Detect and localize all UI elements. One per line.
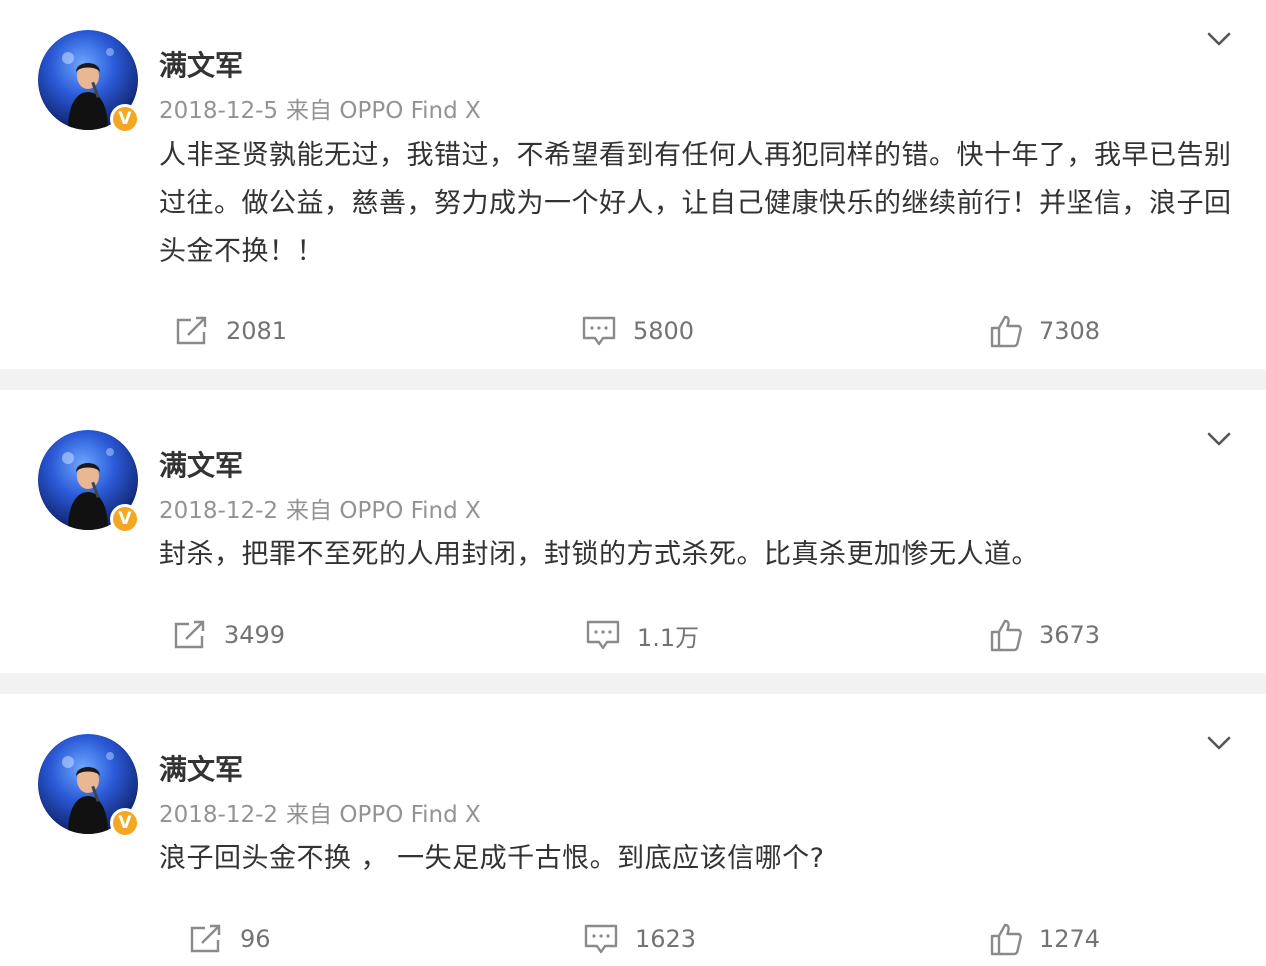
post-source: 来自 OPPO Find X: [286, 802, 481, 828]
comment-icon: [584, 924, 618, 954]
comment-icon: [582, 316, 616, 346]
author-name[interactable]: 满文军: [159, 750, 243, 790]
verified-badge: V: [110, 104, 140, 134]
repost-count: 3499: [224, 621, 286, 649]
author-name[interactable]: 满文军: [159, 46, 243, 86]
repost-button[interactable]: 2081: [174, 306, 287, 356]
post-date: 2018-12-2: [159, 498, 279, 524]
like-count: 1274: [1039, 925, 1101, 953]
post-meta: 2018-12-2 来自 OPPO Find X: [159, 494, 481, 528]
comment-count: 1.1万: [637, 623, 700, 652]
post-content: 人非圣贤孰能无过，我错过，不希望看到有任何人再犯同样的错。快十年了，我早已告别过…: [159, 140, 1232, 267]
action-bar: 96 1623 1274: [0, 914, 1266, 964]
action-bar: 2081 5800 7308: [0, 306, 1266, 356]
post-meta: 2018-12-2 来自 OPPO Find X: [159, 798, 481, 832]
comment-button[interactable]: 1623: [583, 914, 696, 964]
comment-button[interactable]: 5800: [581, 306, 694, 356]
post-card[interactable]: V 满文军 2018-12-5 来自 OPPO Find X 人非圣贤孰能无过，我…: [0, 0, 1266, 369]
like-count: 3673: [1039, 621, 1101, 649]
post-card[interactable]: V 满文军 2018-12-2 来自 OPPO Find X 封杀，把罪不至死的人…: [0, 390, 1266, 673]
like-button[interactable]: 1274: [989, 914, 1100, 964]
thumbs-up-icon: [990, 923, 1022, 956]
repost-button[interactable]: 3499: [172, 610, 285, 660]
author-name[interactable]: 满文军: [159, 446, 243, 486]
avatar[interactable]: V: [38, 30, 140, 134]
repost-icon: [190, 924, 221, 953]
action-bar: 3499 1.1万 3673: [0, 610, 1266, 660]
comment-count: 1623: [635, 925, 697, 953]
post-content: 封杀，把罪不至死的人用封闭，封锁的方式杀死。比真杀更加惨无人道。: [159, 539, 1039, 570]
repost-button[interactable]: 96: [188, 914, 271, 964]
comment-button[interactable]: 1.1万: [585, 610, 699, 660]
like-count: 7308: [1039, 317, 1101, 345]
avatar[interactable]: V: [38, 734, 140, 838]
like-button[interactable]: 3673: [989, 610, 1100, 660]
verified-badge: V: [110, 504, 140, 534]
repost-count: 2081: [226, 317, 288, 345]
post-source: 来自 OPPO Find X: [286, 498, 481, 524]
avatar[interactable]: V: [38, 430, 140, 534]
post-date: 2018-12-2: [159, 802, 279, 828]
comment-icon: [586, 620, 620, 650]
repost-icon: [174, 620, 205, 649]
post-source: 来自 OPPO Find X: [286, 98, 481, 124]
post-content: 浪子回头金不换 ， 一失足成千古恨。到底应该信哪个?: [159, 843, 825, 874]
thumbs-up-icon: [990, 315, 1022, 348]
thumbs-up-icon: [990, 619, 1022, 652]
repost-icon: [176, 316, 207, 345]
weibo-feed: V 满文军 2018-12-5 来自 OPPO Find X 人非圣贤孰能无过，我…: [0, 0, 1266, 966]
post-date: 2018-12-5: [159, 98, 279, 124]
chevron-down-icon[interactable]: [1204, 424, 1234, 454]
repost-count: 96: [240, 925, 271, 953]
comment-count: 5800: [633, 317, 695, 345]
chevron-down-icon[interactable]: [1204, 728, 1234, 758]
chevron-down-icon[interactable]: [1204, 24, 1234, 54]
post-card[interactable]: V 满文军 2018-12-2 来自 OPPO Find X 浪子回头金不换 ， …: [0, 694, 1266, 966]
verified-badge: V: [110, 808, 140, 838]
like-button[interactable]: 7308: [989, 306, 1100, 356]
post-meta: 2018-12-5 来自 OPPO Find X: [159, 94, 481, 128]
